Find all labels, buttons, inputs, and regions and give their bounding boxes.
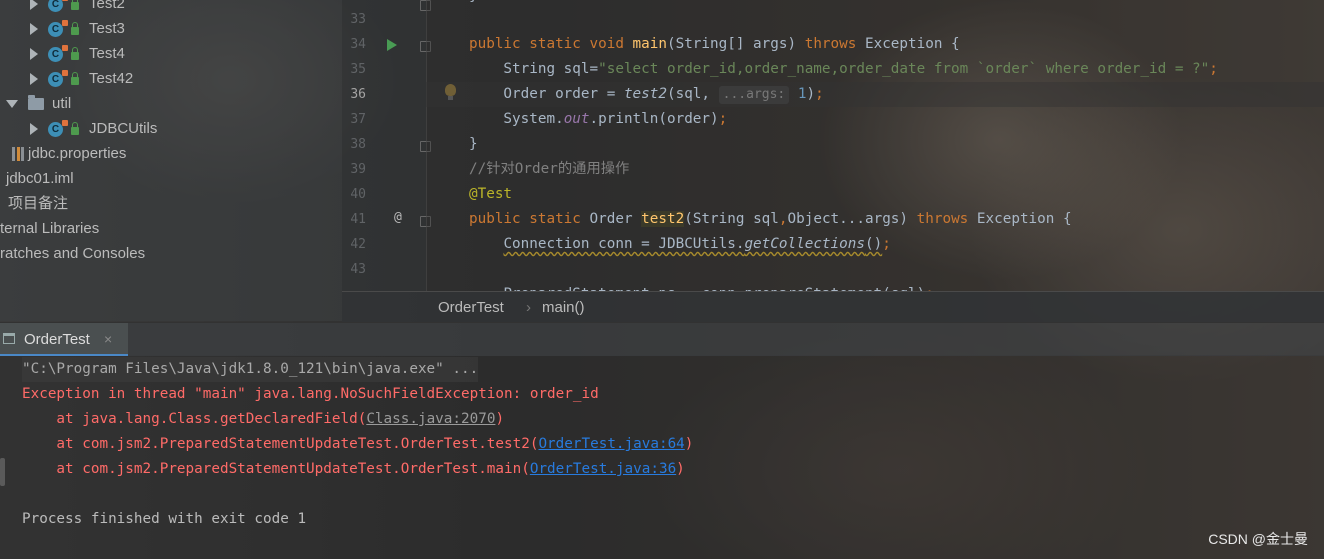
run-tab-label: OrderTest xyxy=(24,331,90,348)
line-number: 43 xyxy=(350,262,366,277)
tree-item-test4[interactable]: C Test4 xyxy=(30,41,125,66)
code-line: System.out.println(order); xyxy=(469,111,728,127)
line-number-current: 36 xyxy=(350,87,366,102)
tree-item-label: Test2 xyxy=(89,0,125,12)
expand-arrow-icon[interactable] xyxy=(30,23,38,36)
tree-item-jdbc-properties[interactable]: jdbc.properties xyxy=(12,141,126,166)
collapse-arrow-icon[interactable] xyxy=(6,100,18,109)
console-command-line: "C:\Program Files\Java\jdk1.8.0_121\bin\… xyxy=(22,357,479,382)
lock-icon xyxy=(71,47,79,61)
parameter-inlay-hint: ...args: xyxy=(718,86,790,104)
stack-frame-text: at com.jsm2.PreparedStatementUpdateTest.… xyxy=(22,461,530,477)
line-number: 34 xyxy=(350,37,366,52)
code-line: } xyxy=(469,0,478,9)
package-folder-icon xyxy=(28,95,44,111)
code-line: public static Order test2(String sql,Obj… xyxy=(469,211,1072,227)
breadcrumb: OrderTest › main() xyxy=(342,291,1324,323)
code-comment: //针对Order的通用操作 xyxy=(469,161,630,177)
run-gutter-icon[interactable] xyxy=(387,39,397,51)
tree-item-jdbcutils[interactable]: C JDBCUtils xyxy=(30,116,157,141)
tree-item-label: util xyxy=(52,95,72,112)
project-tool-window: C Test2 C Test3 C Test4 C Test42 util C JDBCU… xyxy=(0,0,342,321)
line-number: 41 xyxy=(350,212,366,227)
stack-frame-text: at java.lang.Class.getDeclaredField( xyxy=(22,411,367,427)
code-line: Order order = test2(sql, ...args: 1); xyxy=(469,86,824,104)
lock-icon xyxy=(71,122,79,136)
stack-frame-text: ) xyxy=(676,461,685,477)
run-tool-window-header: OrderTest × xyxy=(0,322,1324,356)
console-scrollbar[interactable] xyxy=(0,458,5,486)
sql-string-literal: "select order_id,order_name,order_date f… xyxy=(598,61,1210,77)
line-number: 39 xyxy=(350,162,366,177)
java-class-icon: C xyxy=(48,44,68,62)
java-class-icon: C xyxy=(48,0,68,12)
lock-icon xyxy=(71,0,79,11)
stack-frame-link[interactable]: OrderTest.java:64 xyxy=(538,436,684,452)
tree-item-label: ternal Libraries xyxy=(0,220,100,237)
tree-item-project-notes[interactable]: 项目备注 xyxy=(8,191,68,216)
stack-frame-text: ) xyxy=(684,436,694,452)
run-tab-ordertest[interactable]: OrderTest × xyxy=(0,323,128,356)
tree-item-label: Test42 xyxy=(89,70,134,87)
code-annotation: @Test xyxy=(469,186,513,202)
properties-file-icon xyxy=(12,147,24,162)
stack-frame-link[interactable]: Class.java:2070 xyxy=(366,411,495,427)
tree-item-test3[interactable]: C Test3 xyxy=(30,16,125,41)
breadcrumb-class[interactable]: OrderTest xyxy=(438,292,504,323)
tree-item-external-libraries[interactable]: ternal Libraries xyxy=(0,216,99,241)
stack-frame: at java.lang.Class.getDeclaredField(Clas… xyxy=(22,407,504,432)
tree-item-label: jdbc01.iml xyxy=(6,170,74,187)
tree-item-test2[interactable]: C Test2 xyxy=(30,0,125,16)
line-number: 33 xyxy=(350,12,366,27)
stack-frame: at com.jsm2.PreparedStatementUpdateTest.… xyxy=(22,457,685,482)
expand-arrow-icon[interactable] xyxy=(30,73,38,86)
lock-icon xyxy=(71,22,79,36)
stack-frame: at com.jsm2.PreparedStatementUpdateTest.… xyxy=(22,432,693,457)
line-number: 37 xyxy=(350,112,366,127)
java-class-icon: C xyxy=(48,19,68,37)
code-line: public static void main(String[] args) t… xyxy=(469,36,960,52)
code-line: Connection conn = JDBCUtils.getCollectio… xyxy=(503,236,891,252)
line-number: 38 xyxy=(350,137,366,152)
close-icon[interactable]: × xyxy=(104,323,112,356)
console-exit-line: Process finished with exit code 1 xyxy=(22,511,307,527)
tree-item-util[interactable]: util xyxy=(6,91,71,116)
code-line: String sql="select order_id,order_name,o… xyxy=(469,61,1218,77)
tree-item-test42[interactable]: C Test42 xyxy=(30,66,133,91)
tree-item-label: jdbc.properties xyxy=(28,145,127,162)
line-number: 40 xyxy=(350,187,366,202)
code-editor[interactable]: } public static void main(String[] args)… xyxy=(426,0,1324,291)
code-line: } xyxy=(469,136,478,152)
expand-arrow-icon[interactable] xyxy=(30,123,38,136)
stack-frame-link[interactable]: OrderTest.java:36 xyxy=(530,461,676,477)
expand-arrow-icon[interactable] xyxy=(30,48,38,61)
tree-item-label: JDBCUtils xyxy=(89,120,158,137)
run-console[interactable]: "C:\Program Files\Java\jdk1.8.0_121\bin\… xyxy=(0,355,1324,559)
java-class-icon: C xyxy=(48,69,68,87)
line-number: 42 xyxy=(350,237,366,252)
line-number: 35 xyxy=(350,62,366,77)
tree-item-label: 项目备注 xyxy=(8,195,69,212)
breadcrumb-separator: › xyxy=(526,299,531,316)
breadcrumb-method[interactable]: main() xyxy=(542,292,585,323)
tree-item-label: Test4 xyxy=(89,45,125,62)
override-at-icon[interactable]: @ xyxy=(394,210,402,225)
tree-item-jdbc01-iml[interactable]: jdbc01.iml xyxy=(6,166,74,191)
stack-frame-text: at com.jsm2.PreparedStatementUpdateTest.… xyxy=(22,436,539,452)
console-icon xyxy=(3,333,15,344)
code-line: PreparedStatement ps = conn.prepareState… xyxy=(469,282,933,291)
expand-arrow-icon[interactable] xyxy=(30,0,38,11)
tree-item-scratches[interactable]: ratches and Consoles xyxy=(0,241,145,266)
tree-item-label: ratches and Consoles xyxy=(0,245,146,262)
tree-item-label: Test3 xyxy=(89,20,125,37)
java-class-icon: C xyxy=(48,119,68,137)
editor-gutter[interactable]: 33 34 35 36 37 38 39 40 41 42 43 @ xyxy=(342,0,456,291)
watermark: CSDN @金士曼 xyxy=(1208,531,1308,547)
lock-icon xyxy=(71,72,79,86)
stack-frame-text: ) xyxy=(495,411,505,427)
console-exception-line: Exception in thread "main" java.lang.NoS… xyxy=(22,386,599,402)
